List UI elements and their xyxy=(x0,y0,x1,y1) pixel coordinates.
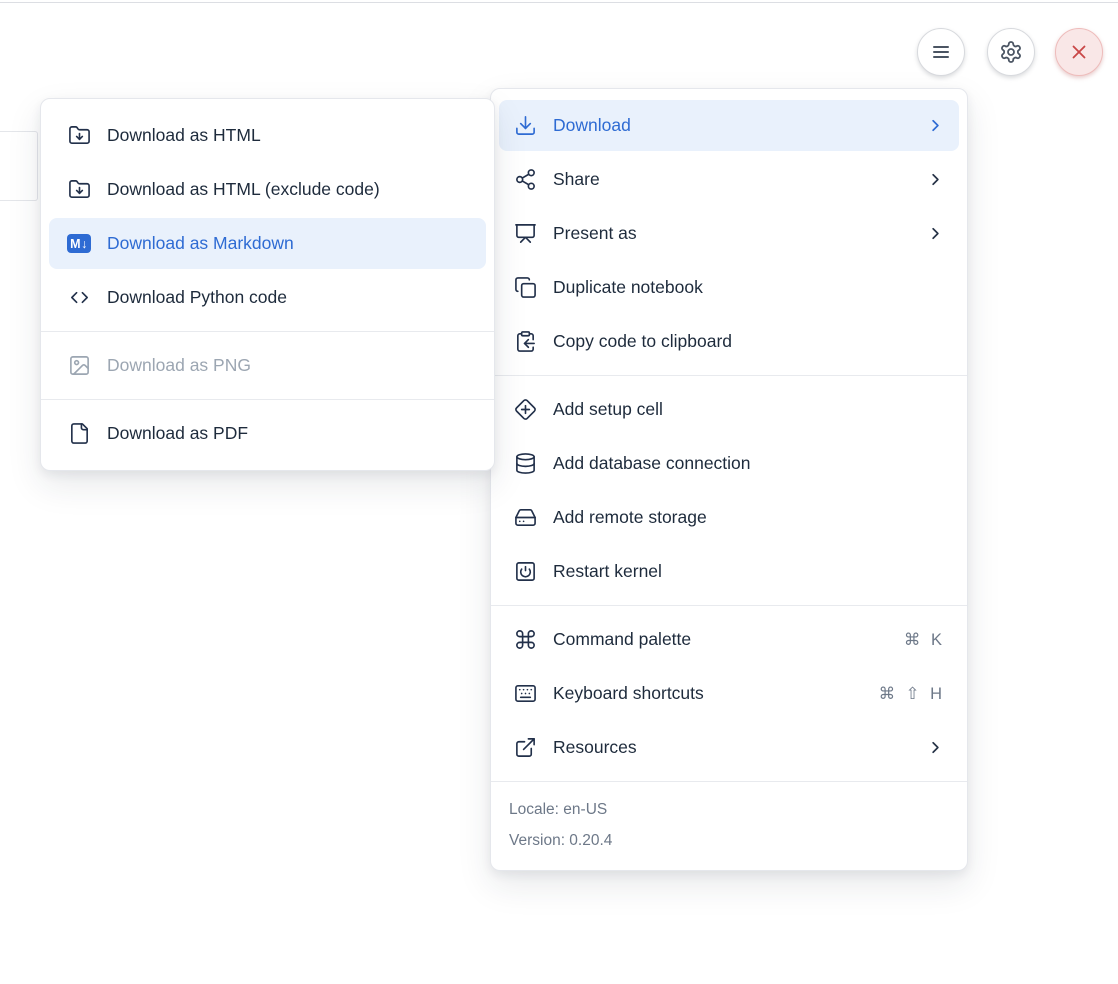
menu-item-label: Download as HTML xyxy=(107,125,468,146)
file-icon xyxy=(67,422,91,446)
menu-item-add-database[interactable]: Add database connection xyxy=(499,438,959,489)
shutdown-button[interactable] xyxy=(1055,28,1103,76)
chevron-right-icon xyxy=(925,738,945,758)
hamburger-icon xyxy=(929,40,953,64)
menu-item-present-as[interactable]: Present as xyxy=(499,208,959,259)
menu-item-duplicate-notebook[interactable]: Duplicate notebook xyxy=(499,262,959,313)
menu-item-add-setup-cell[interactable]: Add setup cell xyxy=(499,384,959,435)
menu-item-share[interactable]: Share xyxy=(499,154,959,205)
menu-divider xyxy=(491,375,967,376)
locale-text: Locale: en-US xyxy=(509,794,949,825)
chevron-right-icon xyxy=(925,224,945,244)
submenu-item-download-python[interactable]: Download Python code xyxy=(49,272,486,323)
menu-item-keyboard-shortcuts[interactable]: Keyboard shortcuts ⌘ ⇧ H xyxy=(499,668,959,719)
hard-drive-icon xyxy=(513,506,537,530)
submenu-item-download-png: Download as PNG xyxy=(49,340,486,391)
close-icon xyxy=(1068,41,1090,63)
chevron-right-icon xyxy=(925,170,945,190)
clipboard-copy-icon xyxy=(513,330,537,354)
notebook-menu-button[interactable] xyxy=(917,28,965,76)
menu-item-label: Download xyxy=(553,115,909,136)
menu-item-label: Command palette xyxy=(553,629,888,650)
menu-divider xyxy=(491,781,967,782)
folder-down-icon xyxy=(67,124,91,148)
markdown-icon: M↓ xyxy=(67,232,91,256)
menu-divider xyxy=(41,399,494,400)
menu-item-add-remote-storage[interactable]: Add remote storage xyxy=(499,492,959,543)
menu-item-label: Download as HTML (exclude code) xyxy=(107,179,468,200)
diamond-plus-icon xyxy=(513,398,537,422)
menu-item-label: Download as PDF xyxy=(107,423,468,444)
database-icon xyxy=(513,452,537,476)
command-icon xyxy=(513,628,537,652)
square-power-icon xyxy=(513,560,537,584)
menu-divider xyxy=(491,605,967,606)
gear-icon xyxy=(999,40,1023,64)
menu-item-label: Copy code to clipboard xyxy=(553,331,945,352)
menu-item-label: Keyboard shortcuts xyxy=(553,683,863,704)
menu-item-label: Add remote storage xyxy=(553,507,945,528)
submenu-item-download-pdf[interactable]: Download as PDF xyxy=(49,408,486,459)
download-icon xyxy=(513,114,537,138)
menu-item-copy-code[interactable]: Copy code to clipboard xyxy=(499,316,959,367)
menu-item-label: Restart kernel xyxy=(553,561,945,582)
menu-item-label: Share xyxy=(553,169,909,190)
keyboard-icon xyxy=(513,682,537,706)
folder-down-icon xyxy=(67,178,91,202)
chevron-right-icon xyxy=(925,116,945,136)
menu-footer: Locale: en-US Version: 0.20.4 xyxy=(491,790,967,862)
menu-item-label: Download Python code xyxy=(107,287,468,308)
presentation-icon xyxy=(513,222,537,246)
keyboard-shortcut-hint: ⌘ K xyxy=(904,630,945,650)
external-link-icon xyxy=(513,736,537,760)
menu-divider xyxy=(41,331,494,332)
menu-item-label: Add setup cell xyxy=(553,399,945,420)
menu-item-label: Present as xyxy=(553,223,909,244)
code-icon xyxy=(67,286,91,310)
submenu-item-download-html-exclude-code[interactable]: Download as HTML (exclude code) xyxy=(49,164,486,215)
share-icon xyxy=(513,168,537,192)
settings-button[interactable] xyxy=(987,28,1035,76)
image-icon xyxy=(67,354,91,378)
menu-item-label: Add database connection xyxy=(553,453,945,474)
menu-item-download[interactable]: Download xyxy=(499,100,959,151)
notebook-actions-menu: Download Share Present as Duplicate note… xyxy=(490,88,968,871)
menu-item-label: Resources xyxy=(553,737,909,758)
submenu-item-download-markdown[interactable]: M↓ Download as Markdown xyxy=(49,218,486,269)
duplicate-icon xyxy=(513,276,537,300)
version-text: Version: 0.20.4 xyxy=(509,825,949,856)
menu-item-restart-kernel[interactable]: Restart kernel xyxy=(499,546,959,597)
menu-item-label: Duplicate notebook xyxy=(553,277,945,298)
menu-item-command-palette[interactable]: Command palette ⌘ K xyxy=(499,614,959,665)
keyboard-shortcut-hint: ⌘ ⇧ H xyxy=(879,684,945,704)
menu-item-label: Download as PNG xyxy=(107,355,468,376)
menu-item-label: Download as Markdown xyxy=(107,233,468,254)
page-top-border xyxy=(0,2,1118,3)
background-cell-outline xyxy=(0,131,38,201)
download-submenu: Download as HTML Download as HTML (exclu… xyxy=(40,98,495,471)
submenu-item-download-html[interactable]: Download as HTML xyxy=(49,110,486,161)
menu-item-resources[interactable]: Resources xyxy=(499,722,959,773)
